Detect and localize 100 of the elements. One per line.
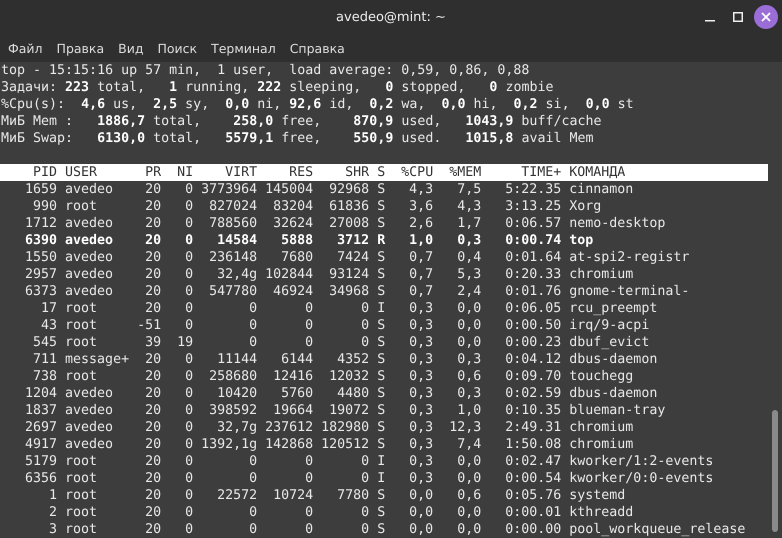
table-cell: root [65,471,98,486]
table-cell: 827024 [209,199,258,214]
table-cell: 0:01.64 [505,250,562,265]
menu-item[interactable]: Вид [111,40,150,56]
window-title: avedeo@mint: ~ [336,10,446,24]
table-cell: systemd [569,488,626,503]
summary-line: top - 15:15:16 up 57 min, 1 user, load average: 0,59, 0,86, 0,88 [1,62,530,79]
table-cell: avedeo [65,233,114,248]
menu-item[interactable]: Справка [282,40,352,56]
table-cell: 0 [361,301,370,316]
table-cell: S [377,335,386,350]
table-cell: 0 [185,505,194,520]
table-cell: 0 [361,471,370,486]
column-header: S [377,165,386,180]
table-cell: 2 [49,505,58,520]
table-cell: 10420 [217,386,258,401]
table-cell: 0 [185,352,194,367]
table-cell: 0 [305,335,314,350]
table-cell: 0,4 [457,250,482,265]
table-cell: S [377,250,386,265]
table-cell: 0:20.33 [505,267,562,282]
table-cell: 20 [145,352,162,367]
table-cell: root [65,199,98,214]
table-cell: 20 [145,250,162,265]
table-cell: 2,6 [409,216,434,231]
table-cell: avedeo [65,403,114,418]
table-cell: 7780 [337,488,370,503]
table-cell: I [377,454,386,469]
close-button[interactable] [754,5,778,29]
table-cell: 0:00.54 [505,471,562,486]
scrollbar-thumb[interactable] [772,410,778,532]
table-cell: kthreadd [569,505,634,520]
table-cell: 1,0 [457,403,482,418]
table-cell: 61836 [329,199,370,214]
table-cell: 20 [145,199,162,214]
table-cell: 0 [305,505,314,520]
table-cell: 14584 [217,233,258,248]
table-cell: 0 [185,454,194,469]
menu-item[interactable]: Файл [1,40,50,56]
table-cell: 0 [185,233,194,248]
table-cell: 0,3 [409,403,434,418]
table-cell: 5,3 [457,267,482,282]
table-cell: dbuf_evict [569,335,650,350]
table-cell: 0:06.05 [505,301,562,316]
table-cell: S [377,403,386,418]
menu-item[interactable]: Правка [50,40,112,56]
table-cell: 0,3 [409,471,434,486]
table-cell: avedeo [65,182,114,197]
table-cell: 4352 [337,352,370,367]
table-cell: 0,0 [457,318,482,333]
table-cell: S [377,199,386,214]
table-cell: chromium [569,437,634,452]
table-cell: Xorg [569,199,602,214]
table-cell: -51 [137,318,162,333]
table-cell: 990 [33,199,58,214]
table-cell: I [377,301,386,316]
table-cell: 5:22.35 [505,182,562,197]
table-cell: 0,7 [409,284,434,299]
table-cell: 0 [305,318,314,333]
table-cell: 0 [185,267,194,282]
table-cell: 20 [145,301,162,316]
column-header: SHR [345,165,370,180]
table-cell: 3773964 [201,182,258,197]
table-cell: 0 [305,454,314,469]
table-cell: pool_workqueue_release [569,522,746,537]
menu-item[interactable]: Поиск [150,40,204,56]
table-cell: 0 [185,522,194,537]
table-cell: rcu_preempt [569,301,658,316]
table-cell: top [569,233,594,248]
table-cell: 738 [33,369,58,384]
table-cell: 1659 [25,182,58,197]
table-cell: 0,0 [409,522,434,537]
table-cell: 145004 [265,182,314,197]
table-cell: 711 [33,352,58,367]
table-cell: S [377,386,386,401]
table-cell: 20 [145,216,162,231]
table-cell: 39 [145,335,162,350]
table-cell: 34968 [329,284,370,299]
table-cell: 20 [145,505,162,520]
table-cell: S [377,216,386,231]
column-header: КОМАНДА [569,165,626,180]
menu-item[interactable]: Терминал [204,40,283,56]
table-cell: 0,0 [457,301,482,316]
table-cell: 20 [145,488,162,503]
table-cell: 22572 [217,488,258,503]
table-cell: 0,3 [409,318,434,333]
table-cell: 12032 [329,369,370,384]
table-cell: root [65,522,98,537]
table-cell: chromium [569,420,634,435]
table-cell: 0 [361,454,370,469]
table-cell: 6390 [25,233,58,248]
table-cell: 0,3 [409,386,434,401]
table-cell: 0 [361,505,370,520]
table-cell: irq/9-acpi [569,318,650,333]
table-cell: 0:04.12 [505,352,562,367]
table-cell: 0:01.76 [505,284,562,299]
table-cell: 120512 [321,437,370,452]
table-cell: chromium [569,267,634,282]
table-cell: 0 [249,301,258,316]
table-cell: 5179 [25,454,58,469]
